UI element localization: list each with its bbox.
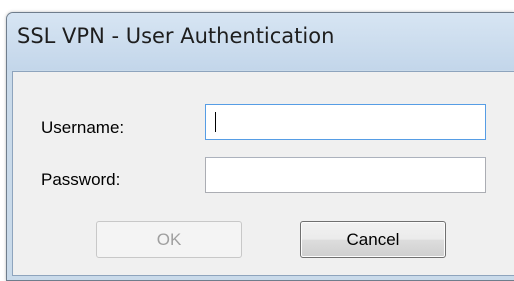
dialog-window: SSL VPN - User Authentication Username: …: [6, 12, 514, 281]
window-title: SSL VPN - User Authentication: [17, 24, 335, 48]
password-label: Password:: [41, 170, 121, 189]
dialog-body: Username: Password: OK Cancel: [12, 71, 514, 276]
username-input[interactable]: [205, 104, 486, 140]
ok-button[interactable]: OK: [96, 221, 242, 258]
title-bar[interactable]: SSL VPN - User Authentication: [7, 13, 514, 70]
ok-button-label: OK: [156, 229, 182, 249]
username-label: Username:: [41, 118, 125, 137]
text-caret: [215, 112, 216, 132]
password-input[interactable]: [205, 157, 486, 193]
cancel-button-label: Cancel: [346, 229, 400, 249]
cancel-button[interactable]: Cancel: [300, 221, 446, 258]
